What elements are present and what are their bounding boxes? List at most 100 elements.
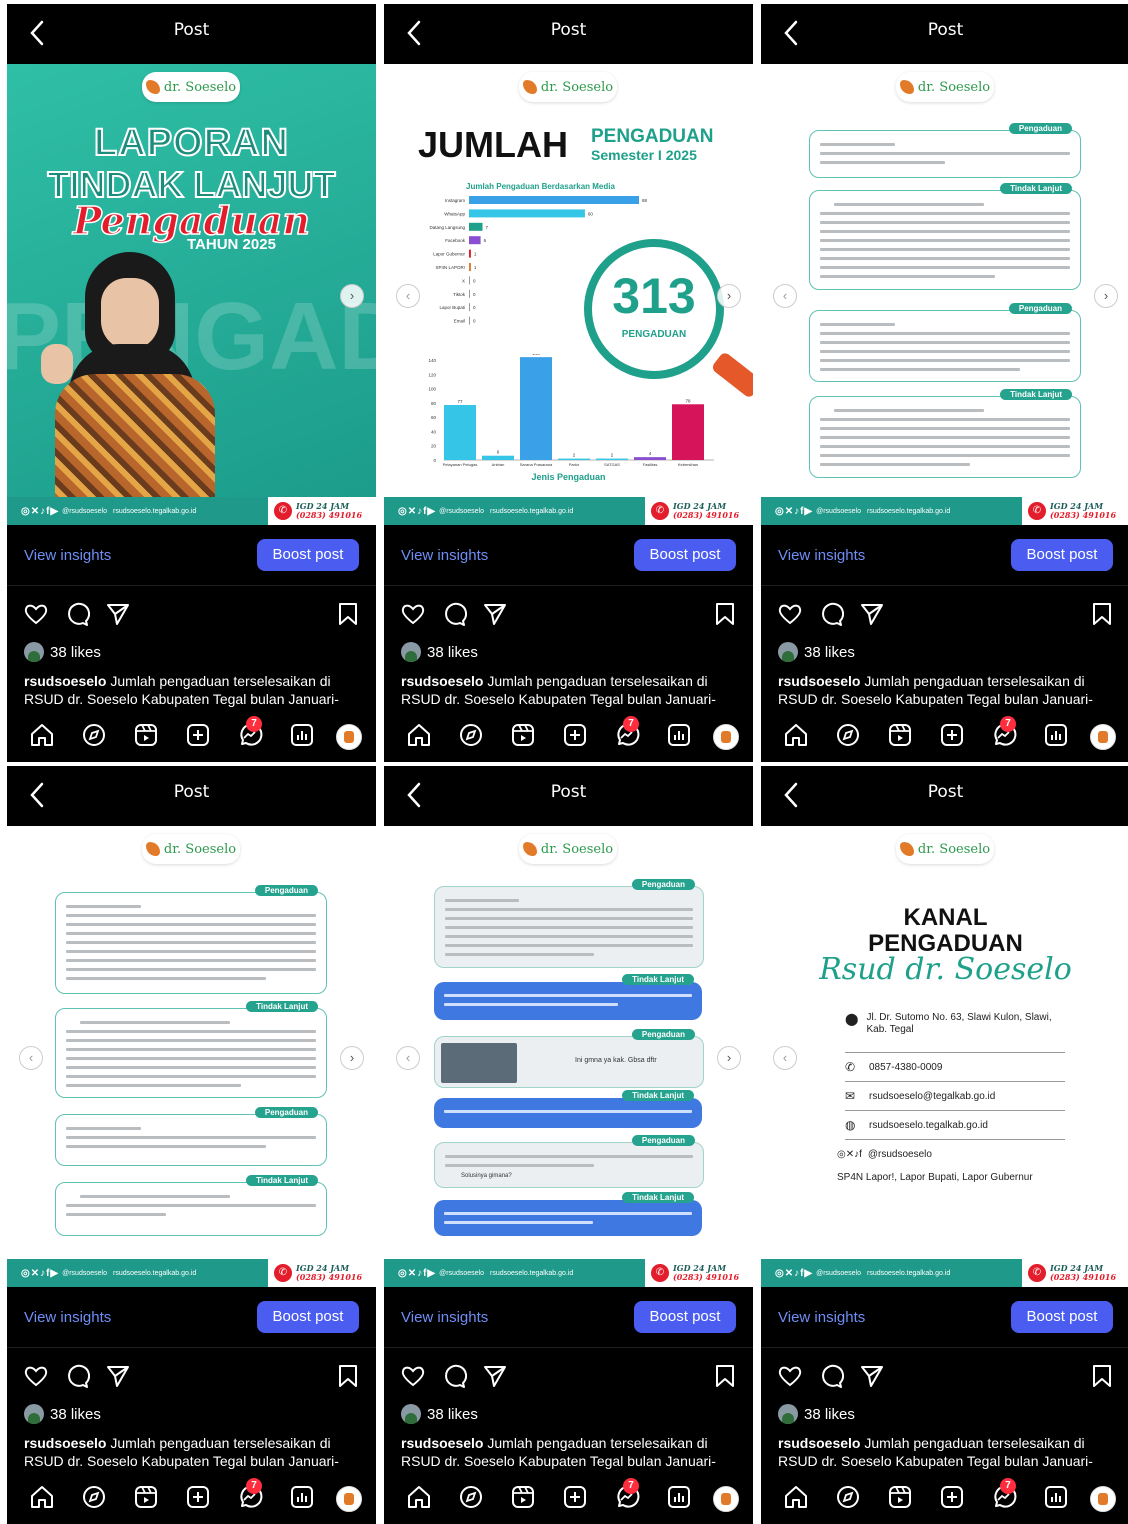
caption-username[interactable]: rsudsoeselo <box>401 673 483 689</box>
heart-icon[interactable] <box>777 1363 803 1389</box>
explore-icon[interactable] <box>81 1484 107 1510</box>
post-image[interactable]: dr. Soeselo Pengaduan Tindak Lanjut Peng… <box>384 826 753 1259</box>
share-icon[interactable] <box>482 1363 508 1389</box>
home-icon[interactable] <box>783 1484 809 1510</box>
create-icon[interactable] <box>562 722 588 748</box>
comment-icon[interactable] <box>441 1363 467 1389</box>
profile-avatar[interactable] <box>336 1486 362 1512</box>
comment-icon[interactable] <box>818 601 844 627</box>
post-caption[interactable]: rsudsoeselo Jumlah pengaduan terselesaik… <box>24 1434 369 1470</box>
caption-username[interactable]: rsudsoeselo <box>24 673 106 689</box>
dashboard-icon[interactable] <box>1043 1484 1069 1510</box>
share-icon[interactable] <box>859 601 885 627</box>
post-caption[interactable]: rsudsoeselo Jumlah pengaduan terselesaik… <box>24 672 369 708</box>
reels-icon[interactable] <box>133 1484 159 1510</box>
boost-post-button[interactable]: Boost post <box>1011 539 1113 571</box>
post-caption[interactable]: rsudsoeselo Jumlah pengaduan terselesaik… <box>778 1434 1123 1470</box>
share-icon[interactable] <box>105 1363 131 1389</box>
home-icon[interactable] <box>783 722 809 748</box>
caption-username[interactable]: rsudsoeselo <box>24 1435 106 1451</box>
bookmark-icon[interactable] <box>714 1363 736 1389</box>
profile-avatar[interactable] <box>1090 1486 1116 1512</box>
likes-row[interactable]: 38 likes <box>778 642 855 662</box>
profile-avatar[interactable] <box>713 724 739 750</box>
heart-icon[interactable] <box>23 601 49 627</box>
dashboard-icon[interactable] <box>289 1484 315 1510</box>
dashboard-icon[interactable] <box>289 722 315 748</box>
likes-row[interactable]: 38 likes <box>401 642 478 662</box>
comment-icon[interactable] <box>441 601 467 627</box>
boost-post-button[interactable]: Boost post <box>257 1301 359 1333</box>
post-caption[interactable]: rsudsoeselo Jumlah pengaduan terselesaik… <box>401 672 746 708</box>
post-image[interactable]: dr. Soeselo KANAL PENGADUAN Rsud dr. Soe… <box>761 826 1128 1259</box>
carousel-prev-button[interactable]: ‹ <box>773 284 797 308</box>
likes-row[interactable]: 38 likes <box>401 1404 478 1424</box>
view-insights-link[interactable]: View insights <box>778 1309 865 1326</box>
carousel-next-button[interactable]: › <box>717 284 741 308</box>
carousel-prev-button[interactable]: ‹ <box>396 1046 420 1070</box>
home-icon[interactable] <box>406 1484 432 1510</box>
carousel-next-button[interactable]: › <box>340 284 364 308</box>
explore-icon[interactable] <box>835 1484 861 1510</box>
reels-icon[interactable] <box>887 1484 913 1510</box>
share-icon[interactable] <box>482 601 508 627</box>
reels-icon[interactable] <box>510 1484 536 1510</box>
bookmark-icon[interactable] <box>1091 1363 1113 1389</box>
carousel-prev-button[interactable]: ‹ <box>773 1046 797 1070</box>
post-caption[interactable]: rsudsoeselo Jumlah pengaduan terselesaik… <box>401 1434 746 1470</box>
post-image[interactable]: dr. Soeselo JUMLAH PENGADUAN Semester I … <box>384 64 753 497</box>
boost-post-button[interactable]: Boost post <box>634 1301 736 1333</box>
explore-icon[interactable] <box>458 722 484 748</box>
view-insights-link[interactable]: View insights <box>24 547 111 564</box>
bookmark-icon[interactable] <box>1091 601 1113 627</box>
reels-icon[interactable] <box>133 722 159 748</box>
post-image[interactable]: dr. Soeselo Pengaduan Tindak Lanjut Peng… <box>761 64 1128 497</box>
carousel-prev-button[interactable]: ‹ <box>19 1046 43 1070</box>
home-icon[interactable] <box>29 722 55 748</box>
caption-username[interactable]: rsudsoeselo <box>778 673 860 689</box>
carousel-next-button[interactable]: › <box>340 1046 364 1070</box>
heart-icon[interactable] <box>400 1363 426 1389</box>
view-insights-link[interactable]: View insights <box>401 547 488 564</box>
heart-icon[interactable] <box>777 601 803 627</box>
likes-row[interactable]: 38 likes <box>24 1404 101 1424</box>
profile-avatar[interactable] <box>713 1486 739 1512</box>
explore-icon[interactable] <box>835 722 861 748</box>
reels-icon[interactable] <box>510 722 536 748</box>
likes-row[interactable]: 38 likes <box>24 642 101 662</box>
bookmark-icon[interactable] <box>337 601 359 627</box>
boost-post-button[interactable]: Boost post <box>257 539 359 571</box>
share-icon[interactable] <box>105 601 131 627</box>
caption-username[interactable]: rsudsoeselo <box>401 1435 483 1451</box>
view-insights-link[interactable]: View insights <box>778 547 865 564</box>
reels-icon[interactable] <box>887 722 913 748</box>
boost-post-button[interactable]: Boost post <box>1011 1301 1113 1333</box>
post-image[interactable]: PENGADUAN dr. Soeselo LAPORAN TINDAK LAN… <box>7 64 376 497</box>
carousel-next-button[interactable]: › <box>1094 284 1118 308</box>
create-icon[interactable] <box>939 722 965 748</box>
bookmark-icon[interactable] <box>714 601 736 627</box>
carousel-next-button[interactable]: › <box>717 1046 741 1070</box>
home-icon[interactable] <box>406 722 432 748</box>
post-image[interactable]: dr. Soeselo Pengaduan Tindak Lanjut Peng… <box>7 826 376 1259</box>
view-insights-link[interactable]: View insights <box>401 1309 488 1326</box>
create-icon[interactable] <box>185 1484 211 1510</box>
comment-icon[interactable] <box>64 601 90 627</box>
dashboard-icon[interactable] <box>666 1484 692 1510</box>
dashboard-icon[interactable] <box>666 722 692 748</box>
post-caption[interactable]: rsudsoeselo Jumlah pengaduan terselesaik… <box>778 672 1123 708</box>
comment-icon[interactable] <box>64 1363 90 1389</box>
explore-icon[interactable] <box>458 1484 484 1510</box>
caption-username[interactable]: rsudsoeselo <box>778 1435 860 1451</box>
view-insights-link[interactable]: View insights <box>24 1309 111 1326</box>
share-icon[interactable] <box>859 1363 885 1389</box>
explore-icon[interactable] <box>81 722 107 748</box>
profile-avatar[interactable] <box>1090 724 1116 750</box>
create-icon[interactable] <box>562 1484 588 1510</box>
bookmark-icon[interactable] <box>337 1363 359 1389</box>
boost-post-button[interactable]: Boost post <box>634 539 736 571</box>
dashboard-icon[interactable] <box>1043 722 1069 748</box>
create-icon[interactable] <box>185 722 211 748</box>
heart-icon[interactable] <box>400 601 426 627</box>
carousel-prev-button[interactable]: ‹ <box>396 284 420 308</box>
